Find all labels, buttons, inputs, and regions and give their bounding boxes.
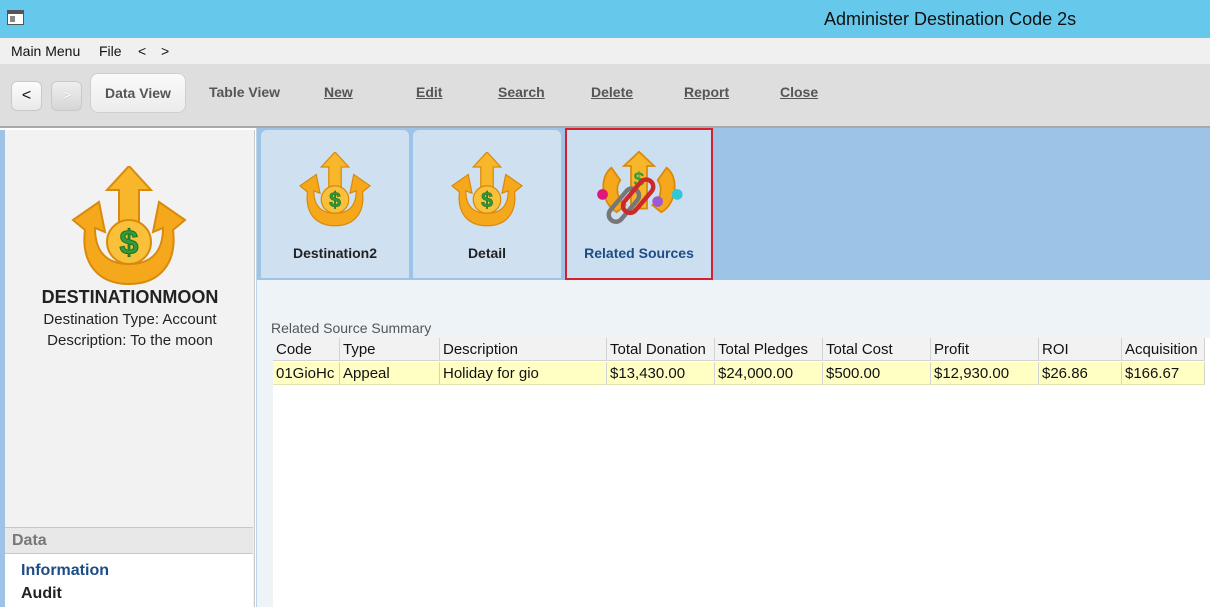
delete-button[interactable]: Delete (591, 82, 633, 112)
column-header-type[interactable]: Type (340, 338, 440, 361)
tab-label: Destination2 (292, 245, 377, 261)
table-view-button[interactable]: Table View (209, 82, 280, 112)
entity-name: DESTINATIONMOON (41, 287, 219, 307)
report-button-label: Report (684, 84, 730, 100)
new-button[interactable]: New (324, 82, 353, 112)
grid-header-row: Code Type Description Total Donation Tot… (273, 338, 1205, 361)
forward-button[interactable]: > (51, 81, 82, 111)
tab-label: Related Sources (584, 245, 694, 261)
edit-button[interactable]: Edit (416, 82, 442, 112)
entity-panel: $ DESTINATIONMOON Destination Type: Acco… (0, 130, 255, 607)
svg-text:$: $ (481, 188, 493, 212)
edit-button-label: Edit (416, 84, 443, 100)
column-header-code[interactable]: Code (273, 338, 340, 361)
entity-description: Description: To the moon (47, 332, 213, 349)
window-title: Administer Destination Code 2s (824, 9, 1077, 29)
dollar-link-icon: $ (597, 150, 683, 224)
tab-detail[interactable]: $ Detail (413, 130, 561, 278)
tab-label: Detail (467, 245, 507, 261)
related-source-grid[interactable]: Code Type Description Total Donation Tot… (273, 338, 1210, 607)
svg-text:$: $ (120, 224, 139, 262)
column-header-total-cost[interactable]: Total Cost (823, 338, 931, 361)
information-link[interactable]: Information (21, 562, 109, 580)
main-area: $ Destination2 $ Detail $ Related Source… (256, 128, 1210, 607)
table-row[interactable]: 01GioHc Appeal Holiday for gio $13,430.0… (273, 362, 1205, 385)
tab-destination2[interactable]: $ Destination2 (261, 130, 409, 278)
back-button[interactable]: < (11, 81, 42, 111)
report-button[interactable]: Report (684, 82, 729, 112)
dollar-arrows-icon: $ (71, 166, 187, 286)
column-header-total-donation[interactable]: Total Donation (607, 338, 715, 361)
menu-bar: Main Menu File < > (0, 38, 1210, 64)
menu-forward[interactable]: > (161, 43, 169, 59)
svg-text:$: $ (329, 188, 341, 212)
cell-description: Holiday for gio (440, 362, 607, 385)
column-header-profit[interactable]: Profit (931, 338, 1039, 361)
toolbar: < > Data View Table View New Edit Search… (0, 64, 1210, 128)
dollar-arrows-icon: $ (298, 152, 372, 227)
tab-strip: $ Destination2 $ Detail $ Related Source… (257, 128, 1210, 280)
cell-total-pledges: $24,000.00 (715, 362, 823, 385)
dollar-arrows-icon: $ (450, 152, 524, 227)
cell-total-cost: $500.00 (823, 362, 931, 385)
menu-main-menu[interactable]: Main Menu (11, 43, 80, 59)
column-header-total-pledges[interactable]: Total Pledges (715, 338, 823, 361)
column-header-roi[interactable]: ROI (1039, 338, 1122, 361)
audit-link[interactable]: Audit (21, 585, 62, 603)
close-button-label: Close (780, 84, 819, 100)
cell-acquisition: $166.67 (1122, 362, 1205, 385)
menu-file[interactable]: File (99, 43, 122, 59)
new-button-label: New (324, 84, 353, 100)
close-button[interactable]: Close (780, 82, 818, 112)
window-icon[interactable] (7, 10, 24, 25)
data-links: Information Audit (5, 554, 253, 607)
entity-type: Destination Type: Account (43, 311, 217, 328)
tab-related-sources[interactable]: $ Related Sources (565, 128, 713, 280)
cell-code: 01GioHc (273, 362, 340, 385)
column-header-description[interactable]: Description (440, 338, 607, 361)
search-button[interactable]: Search (498, 82, 545, 112)
cell-profit: $12,930.00 (931, 362, 1039, 385)
search-button-label: Search (498, 84, 545, 100)
data-section-header: Data (5, 527, 253, 554)
column-header-acquisition[interactable]: Acquisition (1122, 338, 1205, 361)
delete-button-label: Delete (591, 84, 634, 100)
content-pane: Related Source Summary Code Type Descrip… (257, 280, 1210, 607)
menu-back[interactable]: < (138, 43, 146, 59)
data-view-button[interactable]: Data View (90, 73, 186, 113)
cell-total-donation: $13,430.00 (607, 362, 715, 385)
cell-roi: $26.86 (1039, 362, 1122, 385)
cell-type: Appeal (340, 362, 440, 385)
summary-label: Related Source Summary (271, 320, 432, 336)
title-bar: Administer Destination Code 2s (0, 0, 1210, 38)
